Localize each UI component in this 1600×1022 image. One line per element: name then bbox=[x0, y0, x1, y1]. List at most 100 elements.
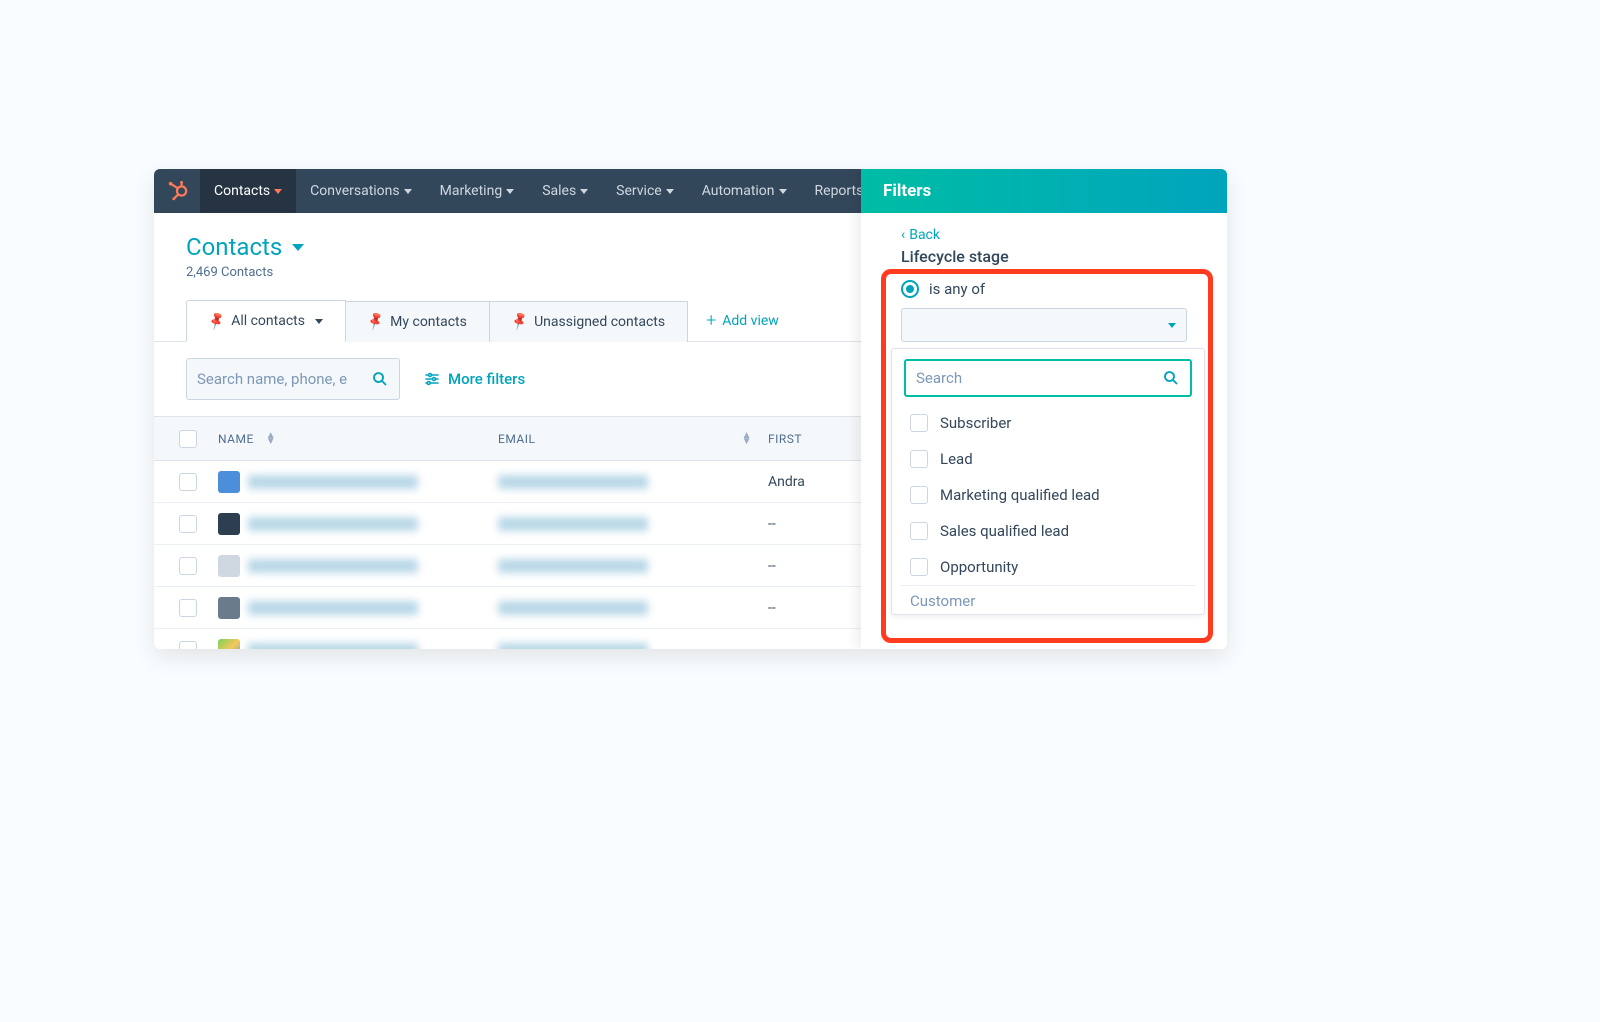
tab-all-contacts[interactable]: 📌 All contacts bbox=[186, 300, 346, 342]
tab-label: All contacts bbox=[231, 313, 305, 329]
chevron-down-icon bbox=[506, 189, 514, 194]
page-title[interactable]: Contacts bbox=[186, 233, 282, 261]
radio-icon bbox=[901, 280, 919, 298]
sliders-icon bbox=[424, 371, 440, 387]
dropdown-option[interactable]: Sales qualified lead bbox=[900, 513, 1196, 549]
nav-label: Automation bbox=[702, 183, 775, 199]
filters-panel-title: Filters bbox=[861, 169, 1227, 213]
redacted-name bbox=[248, 559, 418, 573]
column-label: NAME bbox=[218, 432, 254, 446]
chevron-down-icon[interactable] bbox=[292, 244, 304, 251]
app-window: Contacts Conversations Marketing Sales S… bbox=[154, 169, 1227, 649]
redacted-name bbox=[248, 601, 418, 615]
row-checkbox[interactable] bbox=[179, 641, 197, 650]
pin-icon: 📌 bbox=[509, 311, 531, 332]
more-filters-label: More filters bbox=[448, 370, 525, 388]
column-label: FIRST bbox=[768, 432, 802, 446]
option-label: Subscriber bbox=[940, 414, 1011, 432]
radio-label: is any of bbox=[929, 280, 985, 298]
redacted-email bbox=[498, 517, 648, 531]
nav-label: Contacts bbox=[214, 183, 270, 199]
tab-label: Unassigned contacts bbox=[534, 314, 665, 330]
filter-dropdown-search[interactable] bbox=[904, 359, 1192, 397]
search-contacts-input[interactable] bbox=[186, 358, 400, 400]
redacted-email bbox=[498, 559, 648, 573]
filters-panel: Filters ‹ Back Lifecycle stage is any of bbox=[861, 169, 1227, 649]
pin-icon: 📌 bbox=[206, 310, 228, 331]
avatar bbox=[218, 555, 240, 577]
search-icon bbox=[1162, 369, 1180, 387]
search-field[interactable] bbox=[197, 370, 371, 388]
chevron-down-icon bbox=[315, 319, 323, 324]
redacted-email bbox=[498, 643, 648, 650]
chevron-down-icon bbox=[779, 189, 787, 194]
sort-icon: ▲▼ bbox=[266, 433, 276, 445]
option-checkbox[interactable] bbox=[910, 414, 928, 432]
dropdown-option[interactable]: Opportunity bbox=[900, 549, 1196, 585]
filter-section-title: Lifecycle stage bbox=[861, 243, 1227, 278]
search-icon bbox=[371, 370, 389, 388]
chevron-down-icon bbox=[666, 189, 674, 194]
nav-label: Sales bbox=[542, 183, 576, 199]
avatar bbox=[218, 639, 240, 650]
more-filters-button[interactable]: More filters bbox=[424, 370, 525, 388]
column-email[interactable]: EMAIL ▲▼ bbox=[490, 432, 760, 446]
nav-marketing[interactable]: Marketing bbox=[426, 169, 529, 213]
option-checkbox[interactable] bbox=[910, 450, 928, 468]
nav-conversations[interactable]: Conversations bbox=[296, 169, 425, 213]
back-link[interactable]: ‹ Back bbox=[861, 227, 1227, 243]
redacted-name bbox=[248, 517, 418, 531]
tab-unassigned-contacts[interactable]: 📌 Unassigned contacts bbox=[490, 301, 688, 342]
hubspot-logo-icon[interactable] bbox=[154, 169, 200, 213]
pin-icon: 📌 bbox=[365, 311, 387, 332]
option-checkbox[interactable] bbox=[910, 558, 928, 576]
nav-service[interactable]: Service bbox=[602, 169, 688, 213]
option-checkbox[interactable] bbox=[910, 522, 928, 540]
option-label: Lead bbox=[940, 450, 973, 468]
nav-contacts[interactable]: Contacts bbox=[200, 169, 296, 213]
chevron-down-icon bbox=[404, 189, 412, 194]
row-checkbox[interactable] bbox=[179, 473, 197, 491]
option-label: Marketing qualified lead bbox=[940, 486, 1100, 504]
dropdown-search-field[interactable] bbox=[916, 369, 1162, 387]
option-label: Opportunity bbox=[940, 558, 1018, 576]
column-label: EMAIL bbox=[498, 432, 535, 446]
redacted-name bbox=[248, 475, 418, 489]
dropdown-option[interactable]: Subscriber bbox=[900, 405, 1196, 441]
nav-sales[interactable]: Sales bbox=[528, 169, 602, 213]
option-label: Sales qualified lead bbox=[940, 522, 1069, 540]
column-name[interactable]: NAME ▲▼ bbox=[210, 432, 490, 446]
redacted-email bbox=[498, 601, 648, 615]
tab-my-contacts[interactable]: 📌 My contacts bbox=[346, 301, 490, 342]
tab-label: My contacts bbox=[390, 314, 467, 330]
back-label: Back bbox=[909, 227, 940, 243]
redacted-email bbox=[498, 475, 648, 489]
select-all-checkbox[interactable] bbox=[179, 430, 197, 448]
avatar bbox=[218, 597, 240, 619]
nav-automation[interactable]: Automation bbox=[688, 169, 801, 213]
nav-label: Reports bbox=[815, 183, 864, 199]
redacted-name bbox=[248, 643, 418, 650]
option-checkbox[interactable] bbox=[910, 486, 928, 504]
chevron-down-icon bbox=[1168, 323, 1176, 328]
row-checkbox[interactable] bbox=[179, 515, 197, 533]
filter-condition-radio[interactable]: is any of bbox=[861, 278, 1227, 308]
chevron-down-icon bbox=[274, 189, 282, 194]
chevron-down-icon bbox=[580, 189, 588, 194]
dropdown-option[interactable]: Marketing qualified lead bbox=[900, 477, 1196, 513]
plus-icon: + bbox=[706, 310, 716, 331]
filter-dropdown: Subscriber Lead Marketing qualified lead Sa… bbox=[891, 348, 1205, 615]
add-view-button[interactable]: + Add view bbox=[706, 310, 779, 331]
dropdown-option[interactable]: Lead bbox=[900, 441, 1196, 477]
avatar bbox=[218, 513, 240, 535]
row-checkbox[interactable] bbox=[179, 599, 197, 617]
filter-value-select[interactable] bbox=[901, 308, 1187, 342]
row-checkbox[interactable] bbox=[179, 557, 197, 575]
chevron-left-icon: ‹ bbox=[901, 227, 905, 243]
nav-label: Conversations bbox=[310, 183, 399, 199]
nav-label: Marketing bbox=[440, 183, 503, 199]
add-view-label: Add view bbox=[722, 313, 779, 329]
nav-label: Service bbox=[616, 183, 662, 199]
avatar bbox=[218, 471, 240, 493]
dropdown-option-cutoff[interactable]: Customer bbox=[900, 585, 1196, 610]
